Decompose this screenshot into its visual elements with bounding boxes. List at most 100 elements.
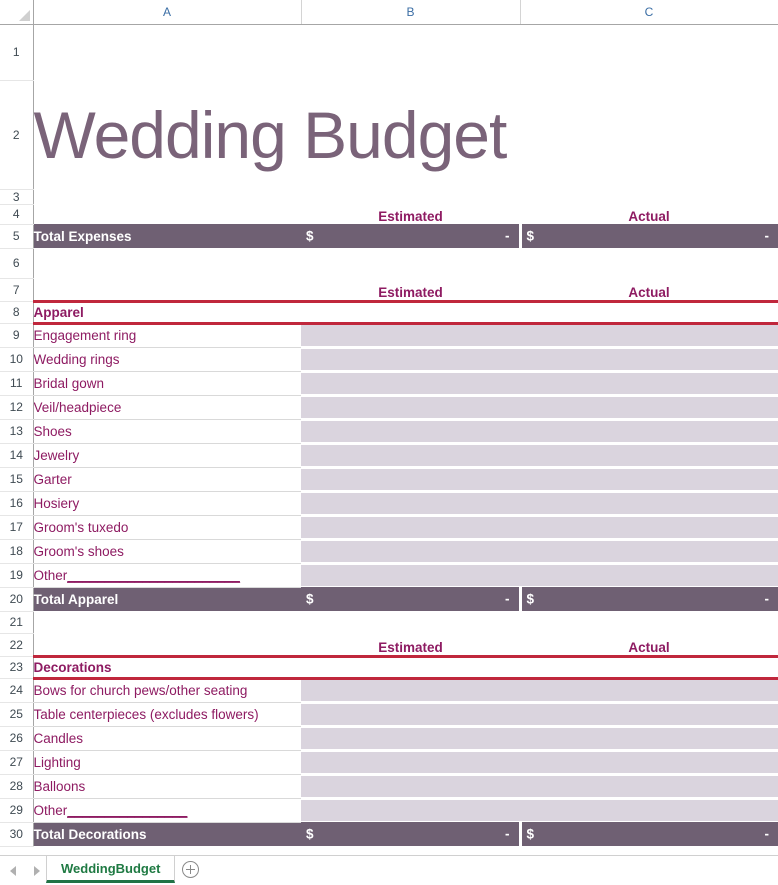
spacer-cell-a[interactable] bbox=[32, 611, 301, 633]
expense-label[interactable]: Hosiery bbox=[32, 491, 301, 516]
row-header-7[interactable]: 7 bbox=[0, 278, 34, 302]
cell-c3[interactable] bbox=[520, 189, 778, 204]
spacer-cell-c[interactable] bbox=[520, 611, 778, 633]
expense-estimated-input[interactable] bbox=[301, 467, 520, 491]
expense-estimated-input[interactable] bbox=[301, 347, 520, 371]
expense-actual-input[interactable] bbox=[520, 467, 778, 491]
decorations-estimated-header[interactable]: Estimated bbox=[301, 633, 520, 658]
expense-estimated-input[interactable] bbox=[301, 702, 520, 726]
row-header-17[interactable]: 17 bbox=[0, 515, 34, 540]
cell-c1[interactable] bbox=[520, 24, 778, 80]
expense-actual-input[interactable] bbox=[520, 702, 778, 726]
row-header-12[interactable]: 12 bbox=[0, 395, 34, 420]
expense-label[interactable]: Bows for church pews/other seating bbox=[32, 678, 301, 703]
expense-actual-input[interactable] bbox=[520, 515, 778, 539]
expense-actual-input[interactable] bbox=[520, 395, 778, 419]
expense-estimated-input[interactable] bbox=[301, 774, 520, 798]
row-header-26[interactable]: 26 bbox=[0, 726, 34, 751]
row-header-20[interactable]: 20 bbox=[0, 587, 34, 612]
expense-label[interactable]: Other________________ bbox=[32, 798, 301, 823]
row-header-10[interactable]: 10 bbox=[0, 347, 34, 372]
row-header-9[interactable]: 9 bbox=[0, 323, 34, 348]
expense-label[interactable]: Lighting bbox=[32, 750, 301, 775]
total-expenses-actual[interactable]: $ - bbox=[518, 224, 778, 248]
expense-estimated-input[interactable] bbox=[301, 726, 520, 750]
expense-label[interactable]: Table centerpieces (excludes flowers) bbox=[32, 702, 301, 727]
expense-actual-input[interactable] bbox=[520, 419, 778, 443]
cell-b6[interactable] bbox=[301, 248, 520, 278]
expense-actual-input[interactable] bbox=[520, 798, 778, 822]
expense-estimated-input[interactable] bbox=[301, 323, 520, 347]
expense-estimated-input[interactable] bbox=[301, 750, 520, 774]
expense-actual-input[interactable] bbox=[520, 678, 778, 702]
section-header-apparel-actual[interactable] bbox=[520, 299, 778, 325]
expense-estimated-input[interactable] bbox=[301, 419, 520, 443]
cell-c6[interactable] bbox=[520, 248, 778, 278]
row-header-19[interactable]: 19 bbox=[0, 563, 34, 588]
section-header-apparel[interactable]: Apparel bbox=[32, 299, 301, 325]
expense-label[interactable]: Engagement ring bbox=[32, 323, 301, 348]
expense-estimated-input[interactable] bbox=[301, 443, 520, 467]
worksheet-grid[interactable]: A B C 1 2 Wedding Budget 3 4 Estimated Actual 5 Tot… bbox=[0, 0, 778, 855]
expense-label[interactable]: Balloons bbox=[32, 774, 301, 799]
section-header-decorations-actual[interactable] bbox=[520, 654, 778, 680]
sheet-tab-bar[interactable]: WeddingBudget bbox=[0, 855, 778, 885]
section-total-label-apparel[interactable]: Total Apparel bbox=[32, 587, 301, 611]
column-header-c[interactable]: C bbox=[520, 0, 778, 25]
column-header-b[interactable]: B bbox=[301, 0, 521, 25]
sheet-nav-arrows[interactable] bbox=[0, 856, 46, 885]
page-title[interactable]: Wedding Budget bbox=[32, 80, 778, 189]
decorations-actual-header[interactable]: Actual bbox=[520, 633, 778, 658]
section-total-actual-apparel[interactable]: $ - bbox=[518, 587, 778, 611]
expense-label[interactable]: Jewelry bbox=[32, 443, 301, 468]
apparel-estimated-header[interactable]: Estimated bbox=[301, 278, 520, 303]
expense-label[interactable]: Veil/headpiece bbox=[32, 395, 301, 420]
expense-label[interactable]: Groom's tuxedo bbox=[32, 515, 301, 540]
expense-actual-input[interactable] bbox=[520, 491, 778, 515]
section-header-decorations-estimated[interactable] bbox=[301, 654, 520, 680]
row-header-24[interactable]: 24 bbox=[0, 678, 34, 703]
expense-label[interactable]: Bridal gown bbox=[32, 371, 301, 396]
arrow-left-icon[interactable] bbox=[10, 866, 16, 876]
expense-estimated-input[interactable] bbox=[301, 563, 520, 587]
expense-actual-input[interactable] bbox=[520, 726, 778, 750]
section-total-label-decorations[interactable]: Total Decorations bbox=[32, 822, 301, 846]
expense-estimated-input[interactable] bbox=[301, 539, 520, 563]
expense-actual-input[interactable] bbox=[520, 539, 778, 563]
cell-a3[interactable] bbox=[32, 189, 301, 204]
cell-b1[interactable] bbox=[301, 24, 520, 80]
row-header-8[interactable]: 8 bbox=[0, 301, 34, 324]
row-header-25[interactable]: 25 bbox=[0, 702, 34, 727]
expense-estimated-input[interactable] bbox=[301, 491, 520, 515]
row-header-22[interactable]: 22 bbox=[0, 633, 34, 657]
total-expenses-label[interactable]: Total Expenses bbox=[32, 224, 301, 248]
expense-actual-input[interactable] bbox=[520, 774, 778, 798]
section-total-estimated-decorations[interactable]: $ - bbox=[301, 822, 520, 846]
expense-label[interactable]: Wedding rings bbox=[32, 347, 301, 372]
expense-label[interactable]: Shoes bbox=[32, 419, 301, 444]
expense-estimated-input[interactable] bbox=[301, 798, 520, 822]
row-header-21[interactable]: 21 bbox=[0, 611, 34, 634]
column-header-a[interactable]: A bbox=[33, 0, 302, 25]
total-expenses-estimated[interactable]: $ - bbox=[301, 224, 520, 248]
summary-estimated-header[interactable]: Estimated bbox=[301, 204, 520, 224]
decorations-subheader-blank[interactable] bbox=[32, 633, 301, 658]
row-header-28[interactable]: 28 bbox=[0, 774, 34, 799]
section-total-actual-decorations[interactable]: $ - bbox=[518, 822, 778, 846]
row-header-4[interactable]: 4 bbox=[0, 204, 34, 225]
row-header-1[interactable]: 1 bbox=[0, 24, 34, 81]
apparel-actual-header[interactable]: Actual bbox=[520, 278, 778, 303]
expense-actual-input[interactable] bbox=[520, 443, 778, 467]
section-header-decorations[interactable]: Decorations bbox=[32, 654, 301, 680]
expense-actual-input[interactable] bbox=[520, 347, 778, 371]
row-header-15[interactable]: 15 bbox=[0, 467, 34, 492]
spacer-cell-b[interactable] bbox=[301, 611, 520, 633]
sheet-tab-weddingbudget[interactable]: WeddingBudget bbox=[46, 856, 176, 883]
row-header-29[interactable]: 29 bbox=[0, 798, 34, 823]
row-header-16[interactable]: 16 bbox=[0, 491, 34, 516]
row-header-14[interactable]: 14 bbox=[0, 443, 34, 468]
section-header-apparel-estimated[interactable] bbox=[301, 299, 520, 325]
section-total-estimated-apparel[interactable]: $ - bbox=[301, 587, 520, 611]
expense-label[interactable]: Groom's shoes bbox=[32, 539, 301, 564]
expense-label[interactable]: Garter bbox=[32, 467, 301, 492]
